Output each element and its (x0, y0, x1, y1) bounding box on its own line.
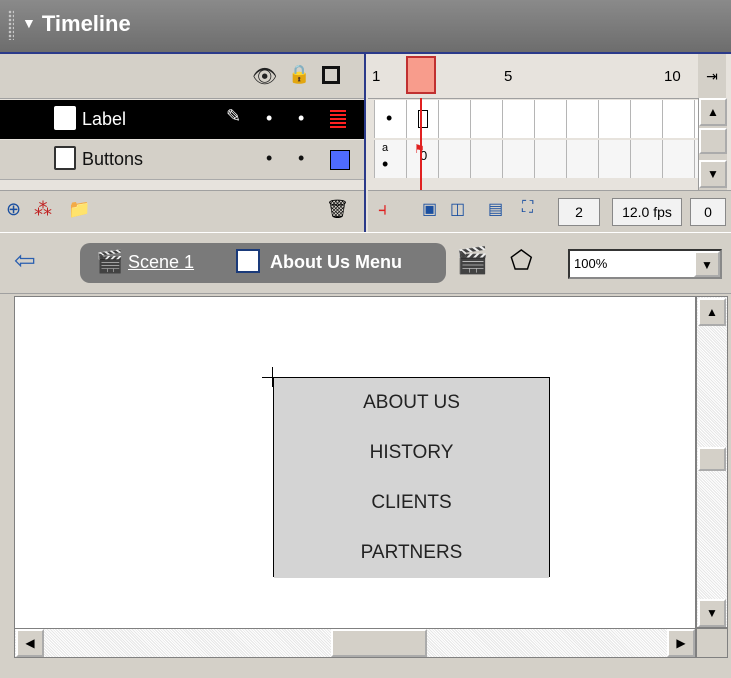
frame-view-icon[interactable]: ⇥ (698, 54, 726, 98)
panel-grip-icon[interactable] (8, 10, 14, 40)
dropdown-arrow-icon[interactable]: ▼ (694, 251, 720, 277)
zoom-value: 100% (574, 256, 608, 271)
frame-action-label: a (382, 142, 389, 154)
ruler-label-10: 10 (664, 68, 681, 85)
timeline-panel: 👁 🔒 Label ✎ • • Buttons • • ⊕ ⁂ 📁 🗑 1 5 … (0, 52, 731, 233)
breadcrumb-symbol[interactable]: About Us Menu (270, 252, 402, 273)
ruler-label-5: 5 (504, 68, 513, 85)
layer-icon (54, 146, 76, 170)
layer-row-label[interactable]: Label ✎ • • (0, 100, 364, 139)
playhead-line (420, 98, 422, 190)
layer-color-swatch[interactable] (330, 110, 346, 128)
visibility-dot[interactable]: • (266, 108, 272, 129)
elapsed-time-field: 0 (690, 198, 726, 226)
stage-hscroll[interactable]: ◀ ▶ (14, 628, 696, 658)
scroll-thumb[interactable] (699, 128, 727, 154)
collapse-triangle-icon[interactable]: ▼ (22, 15, 36, 31)
frames-row-label[interactable]: • (374, 100, 698, 138)
edit-scene-icon[interactable]: 🎬 (456, 245, 488, 276)
scroll-corner (696, 628, 728, 658)
menu-item-about-us[interactable]: ABOUT US (274, 378, 549, 429)
current-frame-field: 2 (558, 198, 600, 226)
frame-ruler[interactable]: 1 5 10 ⇥ (368, 54, 726, 99)
layer-name: Buttons (82, 149, 144, 169)
edit-multiple-frames-icon[interactable]: ▤ (488, 199, 503, 219)
layer-header: 👁 🔒 (0, 54, 364, 99)
stage-vscroll[interactable]: ▲ ▼ (696, 296, 728, 628)
movieclip-icon (236, 249, 260, 273)
frames-pane: 1 5 10 ⇥ • a • ⚑ 0 ▲ ▼ ⫞ ▣ ◫ ▤ ⛶ 2 (368, 54, 731, 233)
frame-rate-field[interactable]: 12.0 fps (612, 198, 682, 226)
insert-layer-icon[interactable]: ⊕ (6, 199, 21, 220)
lock-dot[interactable]: • (298, 148, 304, 169)
zoom-select[interactable]: 100% ▼ (568, 249, 722, 279)
edit-bar: ⇦ 🎬 Scene 1 About Us Menu 🎬 ⬠ 100% ▼ (0, 232, 731, 294)
pencil-icon: ✎ (226, 106, 242, 126)
add-motion-guide-icon[interactable]: ⁂ (34, 199, 52, 220)
modify-markers-icon[interactable]: ⛶ (522, 199, 533, 217)
panel-title[interactable]: ▼ Timeline (22, 11, 131, 37)
scroll-up-button[interactable]: ▲ (699, 98, 727, 126)
layer-icon (54, 106, 76, 130)
menu-item-clients[interactable]: CLIENTS (274, 478, 549, 529)
center-frame-icon[interactable]: ⫞ (378, 199, 387, 220)
onion-skin-outlines-icon[interactable]: ◫ (450, 199, 465, 219)
ruler-label-1: 1 (372, 68, 381, 85)
scroll-down-button[interactable]: ▼ (699, 160, 727, 188)
timeline-panel-titlebar[interactable]: ▼ Timeline (0, 0, 731, 52)
timeline-vscroll[interactable]: ▲ ▼ (698, 98, 727, 190)
eye-icon[interactable]: 👁 (252, 64, 277, 89)
onion-skin-icon[interactable]: ▣ (422, 199, 437, 219)
lock-icon[interactable]: 🔒 (288, 64, 310, 85)
scroll-right-button[interactable]: ▶ (667, 629, 695, 657)
insert-folder-icon[interactable]: 📁 (68, 199, 90, 220)
back-arrow-icon[interactable]: ⇦ (14, 245, 36, 276)
outline-icon[interactable] (322, 66, 340, 84)
layer-name: Label (82, 109, 127, 129)
visibility-dot[interactable]: • (266, 148, 272, 169)
scene-icon: 🎬 (96, 249, 124, 274)
menu-item-history[interactable]: HISTORY (274, 428, 549, 479)
scroll-thumb[interactable] (698, 447, 726, 471)
registration-crosshair (272, 367, 273, 387)
keyframe-dot: • (386, 108, 393, 128)
layer-footer: ⊕ ⁂ 📁 🗑 (0, 190, 364, 233)
scroll-down-button[interactable]: ▼ (698, 599, 726, 627)
lock-dot[interactable]: • (298, 108, 304, 129)
layers-pane: 👁 🔒 Label ✎ • • Buttons • • ⊕ ⁂ 📁 🗑 (0, 54, 366, 233)
keyframe-dot: • (382, 154, 389, 174)
menu-graphic[interactable]: ABOUT US HISTORY CLIENTS PARTNERS (273, 377, 550, 578)
scroll-left-button[interactable]: ◀ (16, 629, 44, 657)
layer-row-buttons[interactable]: Buttons • • (0, 140, 364, 180)
frames-row-buttons[interactable]: a • ⚑ 0 (374, 140, 698, 178)
playhead[interactable] (406, 56, 436, 94)
breadcrumb: 🎬 Scene 1 About Us Menu (80, 243, 446, 283)
breadcrumb-scene[interactable]: Scene 1 (128, 252, 194, 273)
scroll-up-button[interactable]: ▲ (698, 298, 726, 326)
frames-footer: ⫞ ▣ ◫ ▤ ⛶ 2 12.0 fps 0 (368, 190, 731, 233)
scroll-thumb[interactable] (331, 629, 427, 657)
layer-color-swatch[interactable] (330, 150, 350, 170)
edit-symbols-icon[interactable]: ⬠ (510, 245, 533, 276)
delete-layer-icon[interactable]: 🗑 (326, 199, 349, 220)
menu-item-partners[interactable]: PARTNERS (274, 528, 549, 578)
